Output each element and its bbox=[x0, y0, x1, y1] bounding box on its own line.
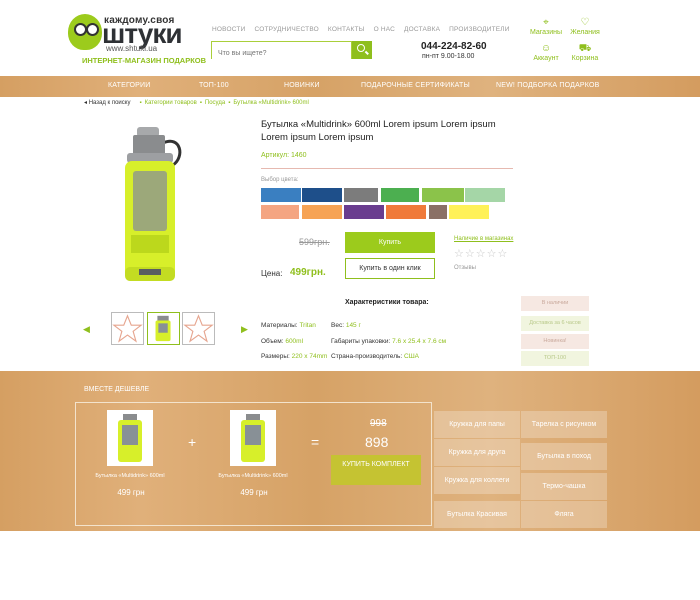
search-icon bbox=[357, 44, 365, 52]
thumbnail-bottle[interactable] bbox=[147, 312, 180, 345]
reviews-link[interactable]: Отзывы bbox=[454, 265, 476, 271]
wishlist-link[interactable]: ♡ Желания bbox=[557, 17, 613, 36]
thumbnail-placeholder-2[interactable] bbox=[182, 312, 215, 345]
nav-top100[interactable]: ТОП-100 bbox=[199, 82, 229, 89]
breadcrumb-current: Бутылка «Multidrink» 600ml bbox=[233, 100, 309, 106]
thumbnails-prev-arrow[interactable]: ◀ bbox=[83, 324, 90, 335]
nav-gift-selection[interactable]: NEW! ПОДБОРКА ПОДАРКОВ bbox=[496, 82, 600, 89]
product-title: Бутылка «Multidrink» 600ml Lorem ipsum L… bbox=[261, 119, 496, 143]
buy-kit-button[interactable]: КУПИТЬ КОМПЛЕКТ bbox=[331, 455, 421, 485]
search-input[interactable] bbox=[212, 45, 351, 62]
topnav-manufacturers[interactable]: ПРОИЗВОДИТЕЛИ bbox=[449, 26, 509, 33]
related-colleague-mug[interactable]: Кружка для коллеги bbox=[434, 467, 520, 494]
product-sku: Артикул: 1460 bbox=[261, 152, 307, 159]
color-swatch[interactable] bbox=[344, 188, 378, 202]
back-to-search-link[interactable]: ◂ Назад к поиску bbox=[84, 100, 130, 106]
buy-button[interactable]: Купить bbox=[345, 232, 435, 253]
bundle-item-1-caption[interactable]: Бутылка «Multidrink» 600ml bbox=[82, 473, 178, 479]
topnav-contacts[interactable]: КОНТАКТЫ bbox=[328, 26, 365, 33]
current-price: 499грн. bbox=[290, 267, 326, 278]
breadcrumb: ◂ Назад к поиску ▪ Категории товаров ▪ Посуд… bbox=[84, 100, 309, 106]
color-swatch[interactable] bbox=[465, 188, 505, 202]
bundle-old-total: 998 bbox=[370, 418, 387, 429]
tag-new[interactable]: Новинка! bbox=[521, 334, 589, 349]
spec-country: Страна-производитель: США bbox=[331, 353, 420, 360]
bundle-title: ВМЕСТЕ ДЕШЕВЛЕ bbox=[84, 386, 150, 393]
spec-package: Габариты упаковки: 7.6 x 25.4 x 7.6 см bbox=[331, 338, 447, 345]
color-swatch[interactable] bbox=[449, 205, 489, 219]
color-swatch[interactable] bbox=[302, 188, 342, 202]
nav-gift-certificates[interactable]: ПОДАРОЧНЫЕ СЕРТИФИКАТЫ bbox=[361, 82, 470, 89]
top-navigation: НОВОСТИ СОТРУДНИЧЕСТВО КОНТАКТЫ О НАС ДОСТАВ… bbox=[212, 26, 519, 33]
plus-sign: + bbox=[188, 434, 197, 450]
color-swatch[interactable] bbox=[261, 188, 301, 202]
bundle-item-2-caption[interactable]: Бутылка «Multidrink» 600ml bbox=[205, 473, 301, 479]
search-box bbox=[211, 41, 352, 62]
logo-url: www.shtuki.ua bbox=[106, 44, 158, 53]
thumbnail-placeholder-1[interactable] bbox=[111, 312, 144, 345]
characteristics-title: Характеристики товара: bbox=[345, 299, 429, 306]
color-swatch[interactable] bbox=[422, 188, 464, 202]
price-label: Цена: bbox=[261, 269, 283, 278]
breadcrumb-categories[interactable]: Категории товаров bbox=[145, 100, 197, 106]
main-navigation: КАТЕГОРИИ ТОП-100 НОВИНКИ ПОДАРОЧНЫЕ СЕР… bbox=[0, 76, 700, 97]
heart-icon: ♡ bbox=[580, 17, 590, 28]
bundle-item-2-image[interactable] bbox=[230, 410, 276, 466]
color-swatch[interactable] bbox=[344, 205, 384, 219]
tag-top100[interactable]: ТОП-100 bbox=[521, 351, 589, 366]
color-swatch[interactable] bbox=[381, 188, 419, 202]
spec-material: Материалы: Tritan bbox=[261, 322, 316, 329]
spec-weight: Вес: 145 г bbox=[331, 322, 361, 329]
related-friend-mug[interactable]: Кружка для друга bbox=[434, 439, 520, 466]
tag-delivery[interactable]: Доставка за 6 часов bbox=[521, 316, 589, 331]
related-papa-mug[interactable]: Кружка для папы bbox=[434, 411, 520, 438]
account-label: Аккаунт bbox=[533, 55, 559, 62]
store-availability-link[interactable]: Наличие в магазинах bbox=[454, 236, 513, 242]
nav-new[interactable]: НОВИНКИ bbox=[284, 82, 320, 89]
nav-categories[interactable]: КАТЕГОРИИ bbox=[108, 82, 151, 89]
color-swatch[interactable] bbox=[302, 205, 342, 219]
tag-in-stock[interactable]: В наличии bbox=[521, 296, 589, 311]
color-swatch[interactable] bbox=[261, 205, 299, 219]
cart-icon: ⛟ bbox=[578, 43, 592, 54]
wishlist-label: Желания bbox=[570, 29, 600, 36]
thumbnails-next-arrow[interactable]: ▶ bbox=[241, 324, 248, 335]
color-swatch[interactable] bbox=[386, 205, 426, 219]
divider bbox=[261, 168, 513, 169]
topnav-about[interactable]: О НАС bbox=[374, 26, 395, 33]
bundle-item-2-price: 499 грн bbox=[240, 488, 268, 497]
logo-subtitle: ИНТЕРНЕТ-МАГАЗИН ПОДАРКОВ bbox=[82, 56, 207, 65]
cart-label: Корзина bbox=[571, 55, 599, 62]
working-hours: пн-пт 9.00-18.00 bbox=[422, 53, 475, 60]
related-flask[interactable]: Фляга bbox=[521, 501, 607, 528]
color-label: Выбор цвета: bbox=[261, 177, 299, 183]
related-beautiful-bottle[interactable]: Бутылка Красивая bbox=[434, 501, 520, 528]
phone-number[interactable]: 044-224-82-60 bbox=[421, 41, 487, 52]
rating-stars[interactable]: ☆☆☆☆☆ bbox=[454, 247, 508, 260]
related-thermo-cup[interactable]: Термо-чашка bbox=[521, 473, 607, 500]
bundle-item-1-image[interactable] bbox=[107, 410, 153, 466]
related-hiking-bottle[interactable]: Бутылка в поход bbox=[521, 443, 607, 470]
logo-mascot-icon[interactable] bbox=[68, 14, 102, 50]
topnav-cooperation[interactable]: СОТРУДНИЧЕСТВО bbox=[254, 26, 318, 33]
topnav-news[interactable]: НОВОСТИ bbox=[212, 26, 245, 33]
related-plate[interactable]: Тарелка с рисунком bbox=[521, 411, 607, 438]
bundle-item-1-price: 499 грн bbox=[117, 488, 145, 497]
search-button[interactable] bbox=[352, 41, 372, 59]
buy-one-click-button[interactable]: Купить в один клик bbox=[345, 258, 435, 279]
topnav-delivery[interactable]: ДОСТАВКА bbox=[404, 26, 440, 33]
old-price: 599грн. bbox=[299, 237, 330, 247]
bundle-new-total: 898 bbox=[365, 434, 389, 450]
spec-volume: Объем: 600ml bbox=[261, 338, 304, 345]
product-main-image[interactable] bbox=[121, 127, 185, 285]
equals-sign: = bbox=[311, 434, 320, 450]
color-swatch[interactable] bbox=[429, 205, 447, 219]
cart-link[interactable]: ⛟ Корзина bbox=[557, 43, 613, 62]
breadcrumb-dishes[interactable]: Посуда bbox=[205, 100, 225, 106]
spec-size: Размеры: 220 x 74mm bbox=[261, 353, 328, 360]
